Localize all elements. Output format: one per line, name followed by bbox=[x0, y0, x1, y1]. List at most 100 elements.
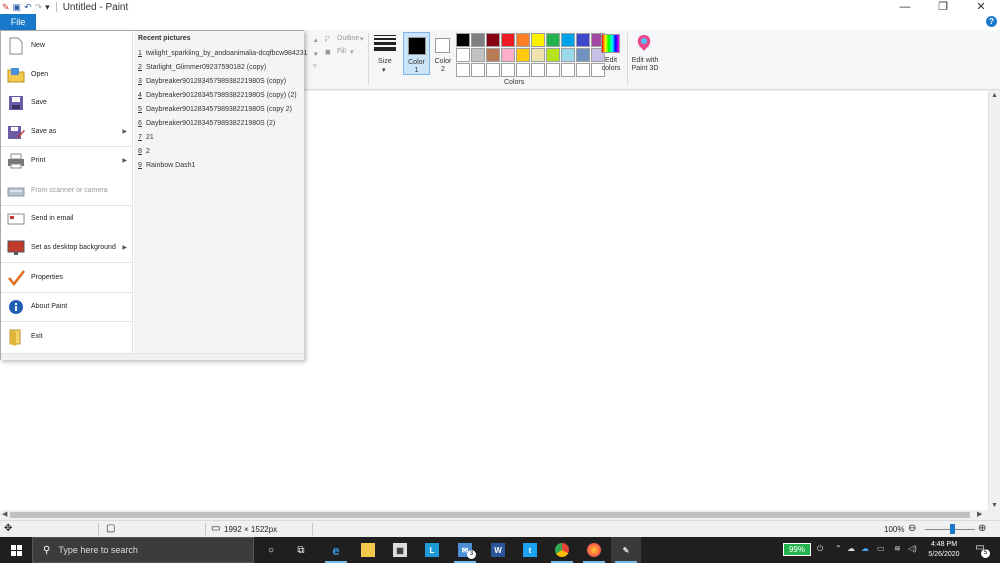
recent-picture-item[interactable]: 9 Rainbow Dash1 bbox=[138, 162, 195, 169]
palette-swatch[interactable] bbox=[516, 63, 530, 77]
recent-picture-item[interactable]: 2 Starlight_Glimmer09237590182 (copy) bbox=[138, 64, 266, 71]
color1-button[interactable]: Color 1 bbox=[403, 32, 430, 75]
file-menu-item-new[interactable]: New bbox=[1, 31, 133, 60]
file-menu-item-save[interactable]: Save bbox=[1, 88, 133, 117]
shape-scroll-down[interactable]: ▾ bbox=[314, 50, 318, 58]
scroll-up-arrow-icon[interactable]: ▲ bbox=[991, 92, 998, 99]
palette-swatch[interactable] bbox=[486, 63, 500, 77]
zoom-out-button[interactable]: ⊖ bbox=[908, 523, 916, 534]
file-menu-item-exit[interactable]: Exit bbox=[1, 322, 133, 351]
palette-swatch[interactable] bbox=[516, 33, 530, 47]
recent-picture-item[interactable]: 6 Daybreaker90128345798938221980S (2) bbox=[138, 120, 275, 127]
palette-swatch[interactable] bbox=[576, 63, 590, 77]
zoom-in-button[interactable]: ⊕ bbox=[978, 523, 986, 534]
help-icon[interactable]: ? bbox=[986, 16, 997, 27]
palette-swatch[interactable] bbox=[561, 48, 575, 62]
quick-save-icon[interactable]: ▣ bbox=[13, 1, 22, 13]
recent-picture-item[interactable]: 1 twilight_sparkling_by_andoanimalia-dcqf… bbox=[138, 50, 308, 57]
color2-button[interactable]: Color 2 bbox=[432, 32, 454, 75]
maximize-button[interactable]: ❐ bbox=[924, 0, 962, 14]
palette-swatch[interactable] bbox=[471, 63, 485, 77]
scroll-down-arrow-icon[interactable]: ▼ bbox=[991, 502, 998, 509]
edge-browser-icon[interactable]: e bbox=[321, 537, 351, 563]
scroll-right-arrow-icon[interactable]: ▶ bbox=[977, 510, 982, 520]
shape-more[interactable]: ▿ bbox=[313, 62, 317, 70]
word-icon[interactable]: W bbox=[483, 537, 513, 563]
start-button[interactable] bbox=[0, 537, 32, 563]
recent-picture-item[interactable]: 82 bbox=[138, 148, 150, 155]
task-view-icon[interactable]: ⧉ bbox=[286, 537, 316, 563]
palette-swatch[interactable] bbox=[486, 48, 500, 62]
file-tab[interactable]: File bbox=[0, 14, 36, 30]
recent-picture-item[interactable]: 5 Daybreaker90128345798938221980S (copy 2… bbox=[138, 106, 292, 113]
customize-quick-access-dropdown[interactable]: ▾ bbox=[45, 1, 50, 13]
l-app-icon[interactable]: L bbox=[417, 537, 447, 563]
palette-swatch[interactable] bbox=[561, 63, 575, 77]
edit-with-paint3d-button[interactable]: Edit with Paint 3D bbox=[628, 57, 662, 73]
fill-dropdown[interactable]: Fill bbox=[337, 48, 346, 55]
file-menu-item-print[interactable]: Print ▶ bbox=[1, 146, 133, 175]
show-hidden-icons-icon[interactable]: ⌃ bbox=[835, 544, 842, 553]
file-menu-item-about-paint[interactable]: About Paint bbox=[1, 292, 133, 321]
palette-swatch[interactable] bbox=[576, 48, 590, 62]
paint3d-icon[interactable] bbox=[636, 34, 652, 52]
recent-picture-item[interactable]: 4 Daybreaker90128345798938221980S (copy) … bbox=[138, 92, 297, 99]
twitter-icon[interactable]: t bbox=[515, 537, 545, 563]
palette-swatch[interactable] bbox=[561, 33, 575, 47]
outline-dropdown[interactable]: Outline bbox=[337, 35, 359, 42]
taskbar-clock[interactable]: 4:48 PM 5/26/2020 bbox=[922, 540, 966, 560]
recent-picture-item[interactable]: 3 Daybreaker90128345798938221980S (copy) bbox=[138, 78, 286, 85]
palette-swatch[interactable] bbox=[456, 33, 470, 47]
palette-swatch[interactable] bbox=[501, 63, 515, 77]
palette-swatch[interactable] bbox=[531, 63, 545, 77]
size-lines-icon[interactable] bbox=[374, 35, 396, 53]
palette-swatch[interactable] bbox=[531, 33, 545, 47]
palette-swatch[interactable] bbox=[456, 63, 470, 77]
edit-colors-button[interactable]: Edit colors bbox=[596, 57, 626, 73]
file-menu-item-set-as-desktop-background[interactable]: Set as desktop background ▶ bbox=[1, 233, 133, 262]
palette-swatch[interactable] bbox=[516, 48, 530, 62]
vertical-scrollbar[interactable]: ▲ ▼ bbox=[988, 91, 1000, 510]
palette-swatch[interactable] bbox=[546, 63, 560, 77]
cortana-icon[interactable]: ○ bbox=[256, 537, 286, 563]
firefox-icon[interactable] bbox=[579, 537, 609, 563]
palette-swatch[interactable] bbox=[546, 33, 560, 47]
microsoft-store-icon[interactable]: ▦ bbox=[385, 537, 415, 563]
undo-icon[interactable]: ↶ bbox=[24, 1, 32, 13]
onedrive-icon[interactable]: ☁ bbox=[847, 544, 855, 553]
palette-swatch[interactable] bbox=[501, 48, 515, 62]
chrome-icon[interactable] bbox=[547, 537, 577, 563]
close-button[interactable]: ✕ bbox=[962, 0, 1000, 14]
volume-icon[interactable]: ◁) bbox=[908, 544, 917, 553]
battery-indicator[interactable]: 99% bbox=[783, 543, 811, 556]
taskbar-search-box[interactable]: ⚲ Type here to search bbox=[32, 537, 254, 563]
palette-swatch[interactable] bbox=[501, 33, 515, 47]
file-menu-item-open[interactable]: Open bbox=[1, 60, 133, 89]
wifi-icon[interactable]: ≋ bbox=[894, 544, 901, 553]
palette-swatch[interactable] bbox=[456, 48, 470, 62]
shape-scroll-up[interactable]: ▴ bbox=[314, 36, 318, 44]
horizontal-scroll-thumb[interactable] bbox=[10, 512, 970, 518]
size-button-label[interactable]: Size bbox=[378, 58, 392, 65]
file-menu-item-save-as[interactable]: Save as ▶ bbox=[1, 117, 133, 146]
redo-icon[interactable]: ↷ bbox=[35, 1, 43, 13]
onedrive-personal-icon[interactable]: ☁ bbox=[861, 544, 869, 553]
palette-swatch[interactable] bbox=[486, 33, 500, 47]
palette-swatch[interactable] bbox=[576, 33, 590, 47]
palette-swatch[interactable] bbox=[471, 48, 485, 62]
palette-swatch[interactable] bbox=[531, 48, 545, 62]
paint-taskbar-icon[interactable]: ✎ bbox=[611, 537, 641, 563]
file-explorer-icon[interactable] bbox=[353, 537, 383, 563]
palette-swatch[interactable] bbox=[546, 48, 560, 62]
minimize-button[interactable]: — bbox=[886, 0, 924, 14]
zoom-slider-thumb[interactable] bbox=[950, 524, 955, 534]
file-menu-item-properties[interactable]: Properties bbox=[1, 263, 133, 292]
mail-icon[interactable]: ✉ 3 bbox=[450, 537, 480, 563]
storage-icon[interactable]: ▭ bbox=[877, 544, 885, 553]
scroll-left-arrow-icon[interactable]: ◀ bbox=[2, 510, 7, 520]
edit-colors-icon[interactable] bbox=[601, 34, 620, 53]
action-center-icon[interactable]: ▭ 5 bbox=[972, 542, 990, 558]
horizontal-scrollbar[interactable]: ◀ ▶ bbox=[0, 510, 988, 520]
power-plug-icon[interactable]: ⏻ bbox=[817, 544, 823, 554]
recent-picture-item[interactable]: 7 21 bbox=[138, 134, 154, 141]
